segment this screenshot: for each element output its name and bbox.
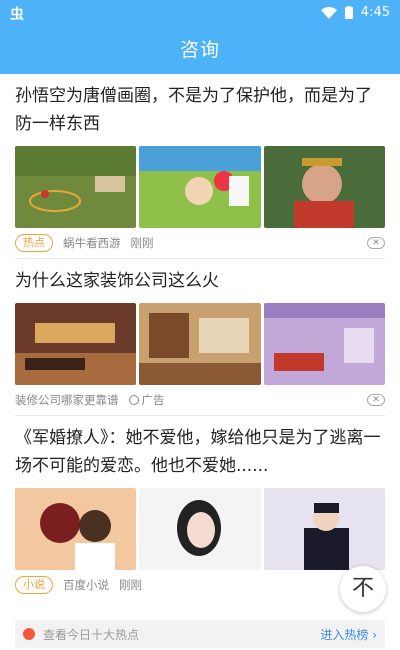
clock: 4:45 [360, 5, 390, 20]
news-feed: 孙悟空为唐僧画圈，不是为了保护他，而是为了防一样东西 热点 蜗牛看西游 刚刚 ✕… [0, 74, 400, 600]
app-icon: 虫 [10, 7, 24, 23]
article-source: 装修公司哪家更靠谱 [15, 393, 119, 407]
article-source: 蜗牛看西游 [63, 236, 121, 250]
article-title[interactable]: 《军婚撩人》：她不爱他，嫁给他只是为了逃离一场不可能的爱恋。他也不爱她.....… [15, 424, 385, 480]
ad-label: 广告 [141, 393, 165, 407]
article-meta: 热点 蜗牛看西游 刚刚 ✕ [15, 228, 385, 258]
ad-card[interactable]: 为什么这家装饰公司这么火 装修公司哪家更靠谱 广告 ✕ [0, 259, 400, 415]
dismiss-icon[interactable]: ✕ [367, 394, 385, 406]
battery-icon [344, 6, 353, 19]
thumbnail-image [263, 303, 385, 385]
article-card[interactable]: 孙悟空为唐僧画圈，不是为了保护他，而是为了防一样东西 热点 蜗牛看西游 刚刚 ✕ [0, 74, 400, 258]
thumbnail-image [15, 146, 137, 228]
thumbnail-image [15, 303, 137, 385]
back-to-top-button[interactable]: 不 [340, 566, 386, 612]
article-card[interactable]: 《军婚撩人》：她不爱他，嫁给他只是为了逃离一场不可能的爱恋。他也不爱她.....… [0, 416, 400, 600]
article-title[interactable]: 孙悟空为唐僧画圈，不是为了保护他，而是为了防一样东西 [15, 82, 385, 138]
article-thumbnails [15, 303, 385, 385]
hot-list-banner[interactable]: 查看今日十大热点 进入热榜 › [15, 620, 385, 648]
article-meta: 小说 百度小说 刚刚 [15, 570, 385, 600]
hot-list-text: 查看今日十大热点 [43, 627, 140, 642]
thumbnail-image [139, 488, 261, 570]
wifi-icon [320, 6, 337, 19]
article-thumbnails [15, 488, 385, 570]
status-bar: 虫 4:45 [0, 0, 400, 26]
ad-icon [128, 395, 139, 405]
thumbnail-image [263, 488, 385, 570]
thumbnail-image [263, 146, 385, 228]
article-time: 刚刚 [119, 578, 142, 592]
thumbnail-image [15, 488, 137, 570]
article-thumbnails [15, 146, 385, 228]
fire-icon [23, 628, 35, 640]
hot-list-link[interactable]: 进入热榜 › [320, 626, 377, 643]
thumbnail-image [139, 303, 261, 385]
hot-tag: 热点 [15, 234, 53, 252]
article-time: 刚刚 [130, 236, 154, 250]
article-title[interactable]: 为什么这家装饰公司这么火 [15, 267, 385, 295]
thumbnail-image [139, 146, 261, 228]
article-source: 百度小说 [63, 578, 109, 592]
dismiss-icon[interactable]: ✕ [367, 237, 385, 249]
article-meta: 装修公司哪家更靠谱 广告 ✕ [15, 385, 385, 415]
novel-tag: 小说 [15, 576, 53, 594]
page-title: 咨询 [0, 26, 400, 74]
